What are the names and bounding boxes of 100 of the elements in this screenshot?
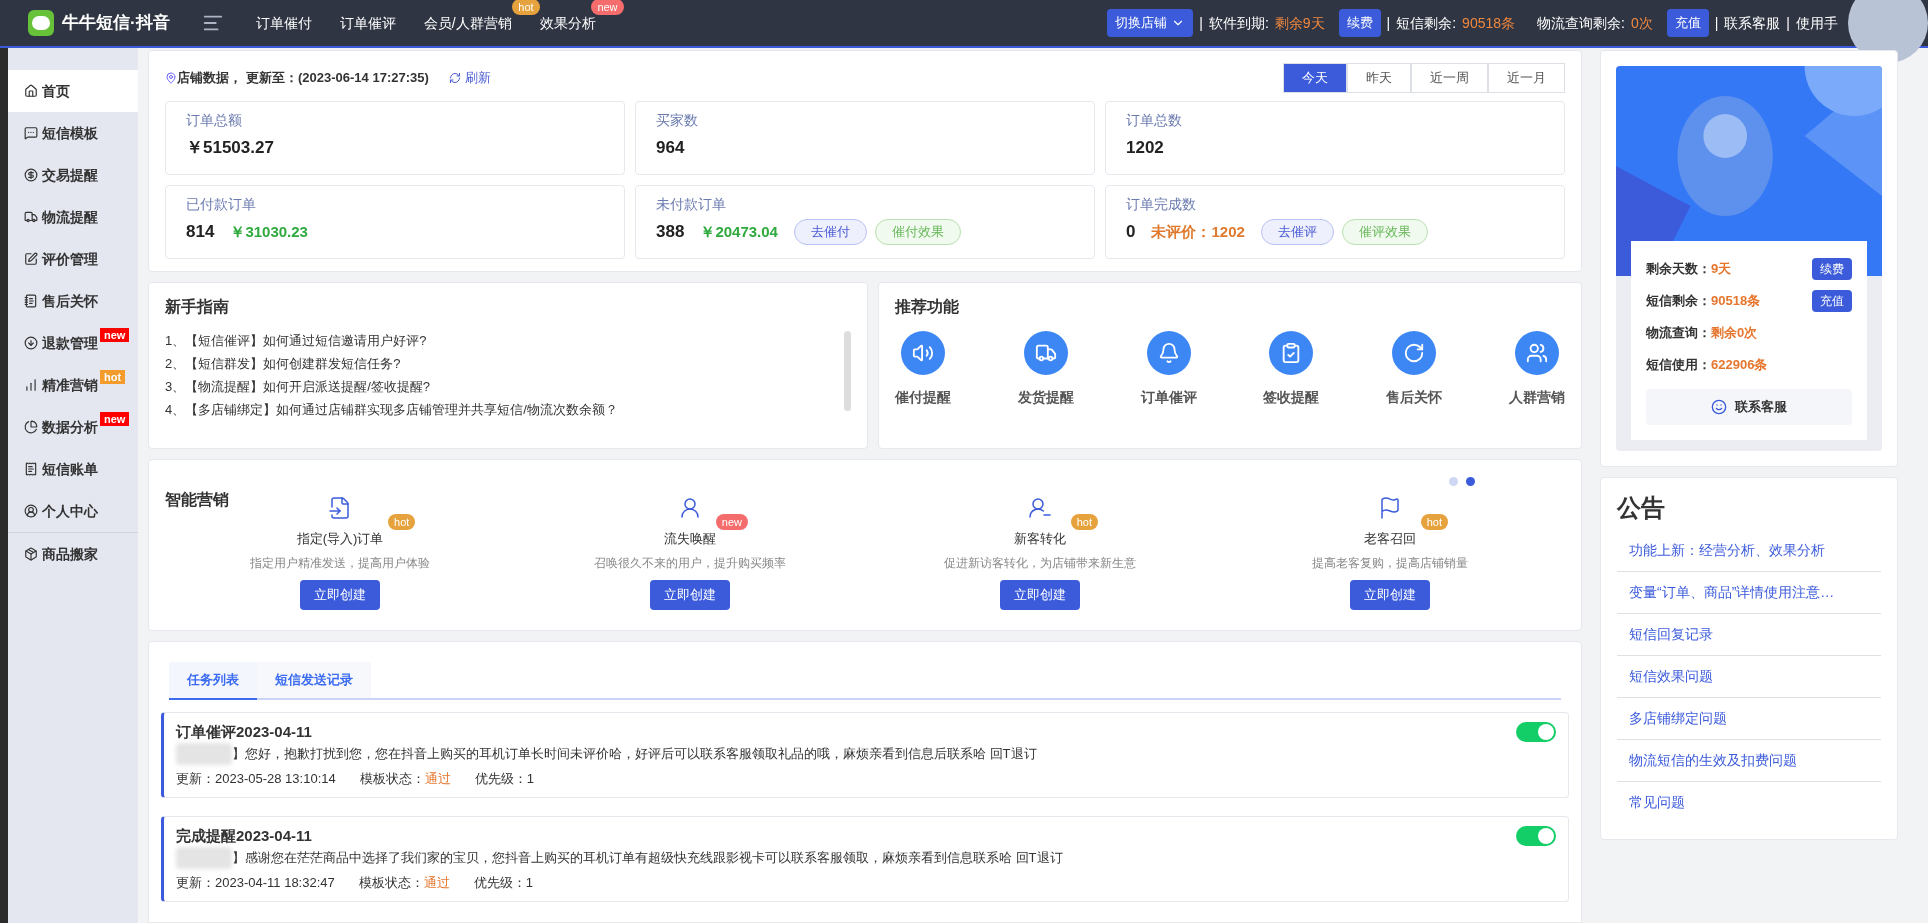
recharge-button[interactable]: 充值 [1666,9,1709,37]
renew-button[interactable]: 续费 [1338,9,1381,37]
account-label: 物流查询： [1646,324,1711,343]
account-value: 剩余0次 [1711,324,1758,343]
create-button[interactable]: 立即创建 [1000,580,1080,610]
sidebar-item[interactable]: 交易提醒 [8,154,138,196]
nav-item[interactable]: 会员/人群营销 [423,15,512,31]
priority: 优先级：1 [474,770,534,788]
stat-value: 814 [186,221,215,243]
feature-shortcut[interactable]: 签收提醒 [1263,331,1320,408]
nav-item[interactable]: 效果分析 [539,15,596,31]
chat-icon [24,126,38,140]
separator: | [1714,13,1719,33]
sidebar-item[interactable]: 评价管理 [8,238,138,280]
feature-shortcut[interactable]: 售后关怀 [1386,331,1443,408]
notice-link[interactable]: 短信回复记录 [1617,614,1881,656]
separator: | [1386,13,1391,33]
tab[interactable]: 任务列表 [169,662,257,700]
expire-label: 软件到期: [1208,13,1269,33]
refresh-button[interactable]: 刷新 [448,68,491,88]
range-tab[interactable]: 近一周 [1411,63,1488,93]
guide-link[interactable]: 使用手 [1796,12,1838,34]
tab[interactable]: 短信发送记录 [257,662,371,698]
notice-link[interactable]: 常见问题 [1617,782,1881,823]
updated-time: 更新：2023-04-11 18:32:47 [176,874,335,892]
paid-amount: ￥31030.23 [230,221,308,242]
guide-link[interactable]: 2、【短信群发】如何创建群发短信任务? [165,354,844,374]
badge: new [591,0,624,15]
sms-value: 90518条 [1462,13,1516,33]
badge: new [100,412,130,426]
notice-link[interactable]: 变量“订单、商品”详情使用注意… [1617,572,1881,614]
range-tab[interactable]: 昨天 [1347,63,1411,93]
service-link[interactable]: 联系客服 [1724,12,1781,34]
scrollbar[interactable] [844,331,851,411]
feature-shortcut[interactable]: 催付提醒 [895,331,951,408]
badge: hot [388,514,416,530]
switch-shop-button[interactable]: 切换店铺 [1107,9,1194,37]
section-title: 店铺数据， [177,69,242,88]
separator: | [1199,13,1203,33]
toggle-switch[interactable] [1516,825,1556,846]
sms-label: 短信剩余: [1396,13,1457,33]
sidebar-item[interactable]: 退款管理 new [8,322,138,364]
sidebar-item[interactable]: 短信模板 [8,112,138,154]
sidebar-item[interactable]: 物流提醒 [8,196,138,238]
message-text: 】您好，抱歉打扰到您，您在抖音上购买的耳机订单长时间未评价哈，好评后可以联系客服领取礼品的哦，麻烦亲看到信息后联系哈 回T退订 [232,745,1037,764]
create-button[interactable]: 立即创建 [650,580,730,610]
account-button[interactable]: 充值 [1812,290,1852,312]
update-time: 更新至：(2023-06-14 17:27:35) [246,69,429,88]
badge: new [715,514,748,530]
message-text: 】感谢您在茫茫商品中选择了我们家的宝贝，您抖音上购买的耳机订单有超级快充线跟影视卡可以联系客服领取，麻烦亲看到信息联系哈 回T退订 [232,849,1063,868]
account-label: 剩余天数： [1646,260,1711,279]
paid-amount: ￥20473.04 [700,221,778,242]
account-value: 9天 [1711,260,1732,279]
sidebar-item[interactable]: 精准营销 hot [8,364,138,406]
account-button[interactable]: 续费 [1812,258,1852,280]
action-pill[interactable]: 去催付 [793,219,867,245]
contact-service-button[interactable]: 联系客服 [1646,389,1852,425]
pin-icon [165,72,177,84]
feature-title: 老客召回 [1364,531,1416,546]
account-label: 短信剩余： [1646,292,1711,311]
bell-icon [1146,331,1191,375]
task-title: 订单催评2023-04-11 [176,721,312,742]
notice-link[interactable]: 物流短信的生效及扣费问题 [1617,740,1881,782]
sidebar-item[interactable]: 首页 [8,70,138,112]
nav-item[interactable]: 订单催评 [339,15,396,31]
notice-link[interactable]: 功能上新：经营分析、效果分析 [1617,530,1881,572]
truck-icon [24,210,38,224]
section-title: 新手指南 [165,297,230,317]
stat-label: 已付款订单 [186,195,257,214]
stat-label: 买家数 [656,111,699,130]
guide-link[interactable]: 3、【物流提醒】如何开启派送提醒/签收提醒? [165,377,844,397]
sidebar-item[interactable]: 售后关怀 [8,280,138,322]
guide-link[interactable]: 1、【短信催评】如何通过短信邀请用户好评? [165,331,844,351]
nav-item[interactable]: 订单催付 [255,15,312,31]
sidebar-item[interactable]: 数据分析 new [8,406,138,448]
user-list-icon [1028,496,1052,520]
range-tab[interactable]: 今天 [1283,63,1347,93]
badge: hot [100,370,126,384]
feature-shortcut[interactable]: 订单催评 [1140,331,1197,408]
updated-time: 更新：2023-05-28 13:10:14 [176,770,336,788]
feature-shortcut[interactable]: 发货提醒 [1017,331,1074,408]
account-value: 622906条 [1711,356,1768,375]
sidebar-item[interactable]: 商品搬家 [8,533,138,575]
badge: new [100,328,130,342]
stat-value: 1202 [1126,137,1164,159]
feature-title: 指定(导入)订单 [296,531,384,546]
users-icon [1515,331,1559,375]
create-button[interactable]: 立即创建 [300,580,380,610]
action-pill[interactable]: 去催评 [1260,219,1334,245]
notice-link[interactable]: 多店铺绑定问题 [1617,698,1881,740]
notice-title: 公告 [1617,493,1666,523]
sidebar-item[interactable]: 短信账单 [8,448,138,490]
notice-link[interactable]: 短信效果问题 [1617,656,1881,698]
feature-shortcut[interactable]: 人群营销 [1509,331,1565,408]
toggle-switch[interactable] [1516,721,1556,742]
create-button[interactable]: 立即创建 [1350,580,1430,610]
range-tab[interactable]: 近一月 [1488,63,1565,93]
sidebar-item[interactable]: 个人中心 [8,490,138,532]
clipboard-icon [1269,331,1314,375]
guide-link[interactable]: 4、【多店铺绑定】如何通过店铺群实现多店铺管理并共享短信/物流次数余额？ [165,400,844,420]
